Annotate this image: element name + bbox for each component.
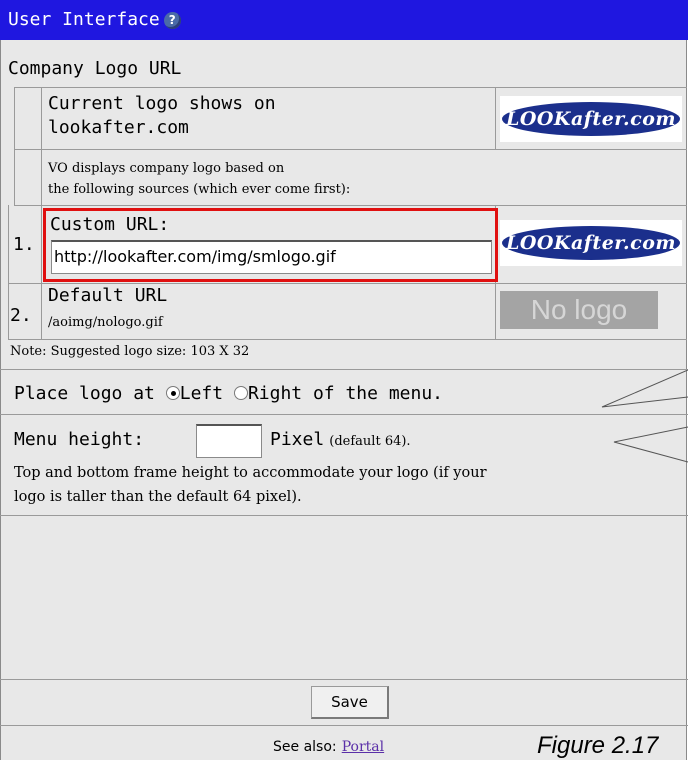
page-title: User Interface (8, 9, 160, 30)
save-button[interactable]: Save (311, 686, 389, 719)
divider (0, 679, 688, 680)
divider (495, 87, 496, 149)
divider (0, 725, 688, 726)
placement-right-label[interactable]: Right of the menu. (248, 383, 443, 404)
divider (8, 283, 687, 284)
placement-left-label[interactable]: Left (180, 383, 223, 404)
menu-height-default-note: (default 64). (329, 434, 411, 449)
title-bar: User Interface? (0, 0, 688, 40)
current-logo-image: LOOKafter.com (500, 96, 682, 142)
placement-callout-pointer (601, 369, 688, 408)
menu-height-unit: Pixel (270, 429, 325, 450)
divider (8, 205, 9, 339)
divider (0, 414, 688, 415)
divider (8, 339, 687, 340)
see-also-row: See also: Portal (273, 736, 384, 755)
default-url-label: Default URL (48, 285, 168, 306)
see-also-label: See also: (273, 739, 337, 755)
menu-height-description: Top and bottom frame height to accommoda… (14, 465, 487, 505)
callout-pointers (601, 369, 688, 463)
divider (14, 87, 15, 205)
custom-url-input[interactable]: http://lookafter.com/img/smlogo.gif (51, 240, 492, 274)
current-logo-label: Current logo shows on lookafter.com (48, 93, 276, 138)
logo-size-note: Note: Suggested logo size: 103 X 32 (10, 344, 250, 359)
default-url-path: /aoimg/nologo.gif (48, 315, 163, 330)
placement-label: Place logo at (14, 383, 155, 404)
divider (0, 369, 688, 370)
divider (14, 205, 687, 206)
custom-logo-image: LOOKafter.com (500, 220, 682, 266)
menu-height-input[interactable] (196, 424, 262, 458)
placement-left-radio[interactable] (165, 386, 180, 400)
sources-note: VO displays company logo based on the fo… (48, 161, 351, 197)
height-callout-pointer (613, 426, 688, 463)
menu-height-label: Menu height: (14, 429, 145, 450)
divider (41, 87, 42, 339)
default-url-index: 2. (10, 305, 32, 326)
placement-right-radio[interactable] (233, 386, 248, 400)
help-icon[interactable]: ? (163, 12, 181, 29)
no-logo-image: No logo (500, 291, 658, 329)
portal-link[interactable]: Portal (342, 739, 384, 755)
figure-caption: Figure 2.17 (537, 732, 659, 759)
menu-height-unit-row: Pixel (default 64). (270, 429, 411, 450)
logo-placement-row: Place logo at Left Right of the menu. (14, 383, 443, 404)
custom-url-label: Custom URL: (50, 214, 170, 235)
custom-url-index: 1. (13, 234, 35, 255)
divider (0, 515, 688, 516)
divider (14, 149, 687, 150)
divider (14, 87, 687, 88)
company-logo-section-label: Company Logo URL (8, 58, 182, 79)
